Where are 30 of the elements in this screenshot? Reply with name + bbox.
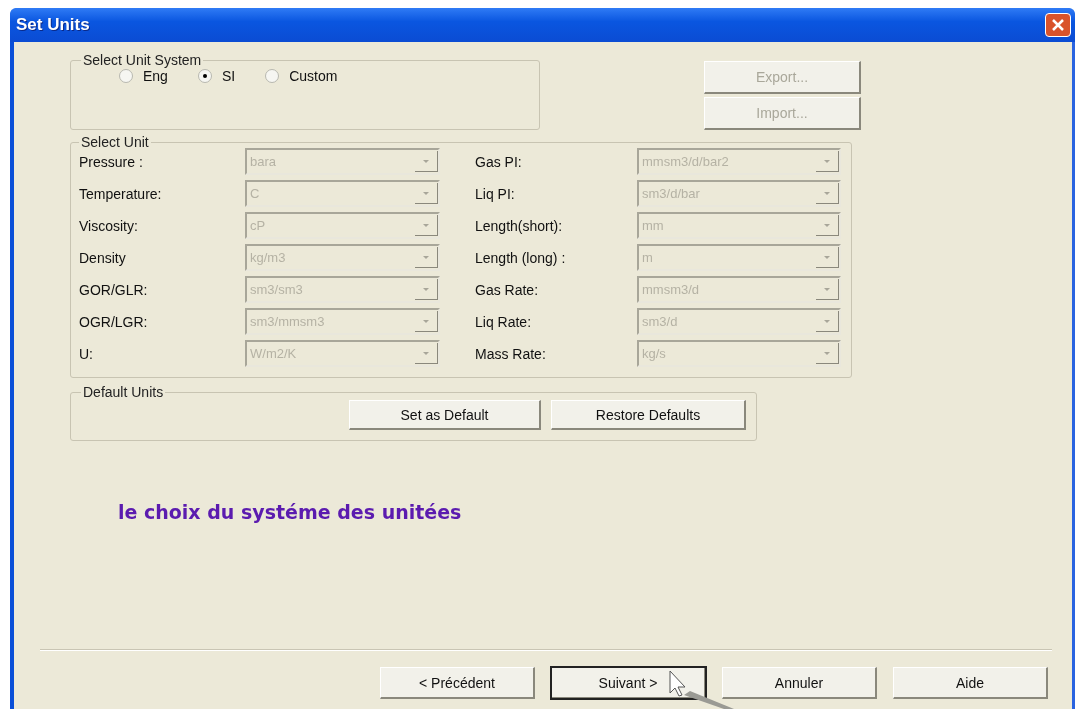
unit-label: Temperature: (79, 185, 163, 202)
unit-label: U: (79, 345, 94, 362)
unit-label: GOR/GLR: (79, 281, 149, 298)
footer-button[interactable]: Annuler (722, 667, 877, 699)
caption-text: le choix du systéme des unitées (118, 501, 463, 523)
window-title: Set Units (16, 15, 90, 35)
close-icon (1050, 17, 1066, 33)
unit-label: OGR/LGR: (79, 313, 149, 330)
unit-label: Density (79, 249, 127, 266)
default-button[interactable]: Set as Default (349, 400, 541, 430)
radio-option[interactable]: SI (197, 68, 236, 84)
unit-label: Length(short): (475, 217, 564, 234)
radio-option[interactable]: Custom (265, 68, 338, 84)
unit-label: Gas Rate: (475, 281, 540, 298)
group-legend: Select Unit System (81, 52, 204, 68)
group-legend: Default Units (81, 384, 166, 400)
footer-button[interactable]: Aide (893, 667, 1048, 699)
group-legend: Select Unit (79, 134, 151, 150)
default-button[interactable]: Restore Defaults (551, 400, 746, 430)
unit-label: Mass Rate: (475, 345, 547, 362)
footer-button[interactable]: Suivant > (551, 667, 706, 699)
unit-label: Length (long) : (475, 249, 567, 266)
unit-label: Liq Rate: (475, 313, 533, 330)
footer-button[interactable]: < Précédent (380, 667, 535, 699)
unit-label: Pressure : (79, 153, 144, 170)
unit-label: Liq PI: (475, 185, 516, 202)
radio-option[interactable]: Eng (119, 68, 168, 84)
close-button[interactable] (1045, 13, 1071, 37)
unit-label: Gas PI: (475, 153, 523, 170)
unit-label: Viscosity: (79, 217, 139, 234)
